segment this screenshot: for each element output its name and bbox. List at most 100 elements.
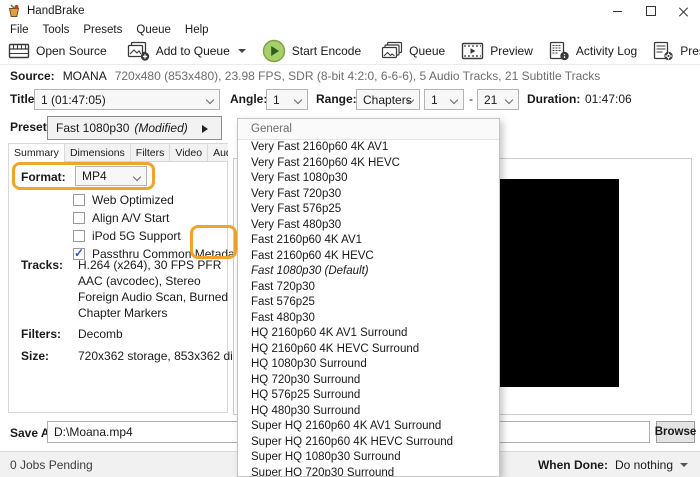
range-to-select[interactable]: 21 — [477, 89, 519, 110]
preset-item-super-hq-720p30-surround[interactable]: Super HQ 720p30 Surround — [238, 466, 499, 477]
tab-video[interactable]: Video — [170, 143, 208, 162]
preset-item-very-fast-2160p60-4k-hevc[interactable]: Very Fast 2160p60 4K HEVC — [238, 156, 499, 172]
add-to-queue-label: Add to Queue — [156, 44, 230, 58]
range-to-value: 21 — [484, 93, 497, 107]
add-to-queue-button[interactable]: Add to Queue — [119, 37, 254, 64]
preset-item-fast-720p30[interactable]: Fast 720p30 — [238, 280, 499, 296]
tab-summary[interactable]: Summary — [8, 143, 65, 162]
chevron-down-icon — [505, 96, 513, 104]
checkbox-row-align-a-v-start[interactable]: Align A/V Start — [73, 210, 169, 225]
add-to-queue-icon — [127, 41, 150, 61]
format-select-value: MP4 — [82, 169, 107, 183]
preset-item-very-fast-720p30[interactable]: Very Fast 720p30 — [238, 187, 499, 203]
preview-button[interactable]: Preview — [453, 37, 541, 64]
when-done-value: Do nothing — [615, 458, 673, 472]
range-from-select[interactable]: 1 — [424, 89, 464, 110]
preset-item-hq-2160p60-4k-av1-surround[interactable]: HQ 2160p60 4K AV1 Surround — [238, 326, 499, 342]
preset-modified-flag: (Modified) — [134, 121, 187, 135]
menu-tools[interactable]: Tools — [36, 24, 77, 36]
unchecked-checkbox-icon[interactable] — [73, 194, 85, 206]
unchecked-checkbox-icon[interactable] — [73, 212, 85, 224]
track-line: AAC (avcodec), Stereo — [78, 274, 201, 288]
browse-button[interactable]: Browse — [656, 421, 695, 443]
tab-filters[interactable]: Filters — [131, 143, 171, 162]
queue-button[interactable]: Queue — [373, 37, 453, 64]
source-label: Source: — [10, 69, 55, 83]
source-name: MOANA — [63, 69, 107, 83]
window-title: HandBrake — [27, 5, 85, 17]
size-label: Size: — [21, 349, 49, 363]
preset-item-very-fast-1080p30[interactable]: Very Fast 1080p30 — [238, 171, 499, 187]
preset-item-hq-2160p60-4k-hevc-surround[interactable]: HQ 2160p60 4K HEVC Surround — [238, 342, 499, 358]
handbrake-logo-icon — [7, 4, 21, 18]
menu-presets[interactable]: Presets — [76, 24, 129, 36]
start-encode-label: Start Encode — [292, 44, 361, 58]
preset-item-hq-480p30-surround[interactable]: HQ 480p30 Surround — [238, 404, 499, 420]
unchecked-checkbox-icon[interactable] — [73, 230, 85, 242]
menu-queue[interactable]: Queue — [129, 24, 178, 36]
preset-item-very-fast-2160p60-4k-av1[interactable]: Very Fast 2160p60 4K AV1 — [238, 140, 499, 156]
preset-menu: General Very Fast 2160p60 4K AV1Very Fas… — [237, 118, 500, 477]
close-icon — [679, 7, 688, 16]
presets-label: Presets — [680, 44, 700, 58]
track-line: H.264 (x264), 30 FPS PFR — [78, 258, 221, 272]
preset-item-super-hq-1080p30-surround[interactable]: Super HQ 1080p30 Surround — [238, 450, 499, 466]
title-bar: HandBrake — [0, 0, 700, 22]
preset-item-super-hq-2160p60-4k-av1-surround[interactable]: Super HQ 2160p60 4K AV1 Surround — [238, 419, 499, 435]
activity-log-button[interactable]: Activity Log — [541, 37, 645, 64]
start-encode-button[interactable]: Start Encode — [254, 37, 369, 64]
jobs-pending-status: 0 Jobs Pending — [10, 458, 93, 472]
tab-audio[interactable]: Audio — [208, 143, 228, 162]
minimize-icon — [613, 11, 622, 12]
checkbox-row-ipod-5g-support[interactable]: iPod 5G Support — [73, 228, 181, 243]
format-select[interactable]: MP4 — [75, 166, 147, 186]
preset-item-very-fast-576p25[interactable]: Very Fast 576p25 — [238, 202, 499, 218]
preset-item-hq-576p25-surround[interactable]: HQ 576p25 Surround — [238, 388, 499, 404]
source-row: Source: MOANA 720x480 (853x480), 23.98 F… — [0, 64, 700, 88]
menu-help[interactable]: Help — [178, 24, 216, 36]
chevron-down-icon — [680, 463, 688, 471]
queue-label: Queue — [409, 44, 445, 58]
start-encode-icon — [262, 39, 286, 63]
preset-item-fast-576p25[interactable]: Fast 576p25 — [238, 295, 499, 311]
preset-item-fast-2160p60-4k-hevc[interactable]: Fast 2160p60 4K HEVC — [238, 249, 499, 265]
chevron-down-icon — [206, 96, 214, 104]
range-type-select[interactable]: Chapters — [356, 89, 420, 110]
toolbar: Open Source Add to Queue Start Encode — [0, 37, 700, 65]
preset-item-fast-2160p60-4k-av1[interactable]: Fast 2160p60 4K AV1 — [238, 233, 499, 249]
track-line: Chapter Markers — [78, 306, 167, 320]
title-row: Title: 1 (01:47:05) Angle: 1 Range: Chap… — [0, 88, 700, 113]
preset-item-very-fast-480p30[interactable]: Very Fast 480p30 — [238, 218, 499, 234]
settings-panel: SummaryDimensionsFiltersVideoAudioSubtit… — [8, 143, 228, 413]
checkbox-row-web-optimized[interactable]: Web Optimized — [73, 192, 174, 207]
handbrake-window: HandBrake FileToolsPresetsQueueHelp Open… — [0, 0, 700, 477]
chevron-down-icon — [450, 96, 458, 104]
preset-item-hq-1080p30-surround[interactable]: HQ 1080p30 Surround — [238, 357, 499, 373]
preset-item-super-hq-2160p60-4k-hevc-surround[interactable]: Super HQ 2160p60 4K HEVC Surround — [238, 435, 499, 451]
tab-dimensions[interactable]: Dimensions — [65, 143, 131, 162]
open-source-button[interactable]: Open Source — [0, 37, 115, 64]
preset-combo[interactable]: Fast 1080p30 (Modified) — [47, 116, 222, 140]
preset-label: Preset: — [10, 120, 51, 134]
preset-item-fast-480p30[interactable]: Fast 480p30 — [238, 311, 499, 327]
presets-button[interactable]: Presets — [645, 37, 700, 64]
preset-item-fast-1080p30-default[interactable]: Fast 1080p30 (Default) — [238, 264, 499, 280]
angle-select[interactable]: 1 — [266, 89, 308, 110]
activity-log-icon — [549, 41, 570, 61]
range-label: Range: — [316, 92, 357, 106]
filters-value: Decomb — [78, 327, 123, 341]
when-done-select[interactable]: When Done: Do nothing — [538, 458, 688, 472]
checkbox-label: Align A/V Start — [92, 211, 169, 225]
menu-file[interactable]: File — [3, 24, 36, 36]
minimize-button[interactable] — [601, 0, 634, 22]
close-button[interactable] — [667, 0, 700, 22]
duration-value: 01:47:06 — [585, 92, 632, 106]
title-select[interactable]: 1 (01:47:05) — [34, 89, 220, 110]
preset-dropdown-arrow-icon[interactable] — [202, 125, 212, 133]
maximize-button[interactable] — [634, 0, 667, 22]
menu-bar: FileToolsPresetsQueueHelp — [0, 22, 700, 37]
preset-item-hq-720p30-surround[interactable]: HQ 720p30 Surround — [238, 373, 499, 389]
source-details: 720x480 (853x480), 23.98 FPS, SDR (8-bit… — [115, 69, 601, 83]
angle-label: Angle: — [230, 92, 267, 106]
chevron-down-icon — [294, 96, 302, 104]
